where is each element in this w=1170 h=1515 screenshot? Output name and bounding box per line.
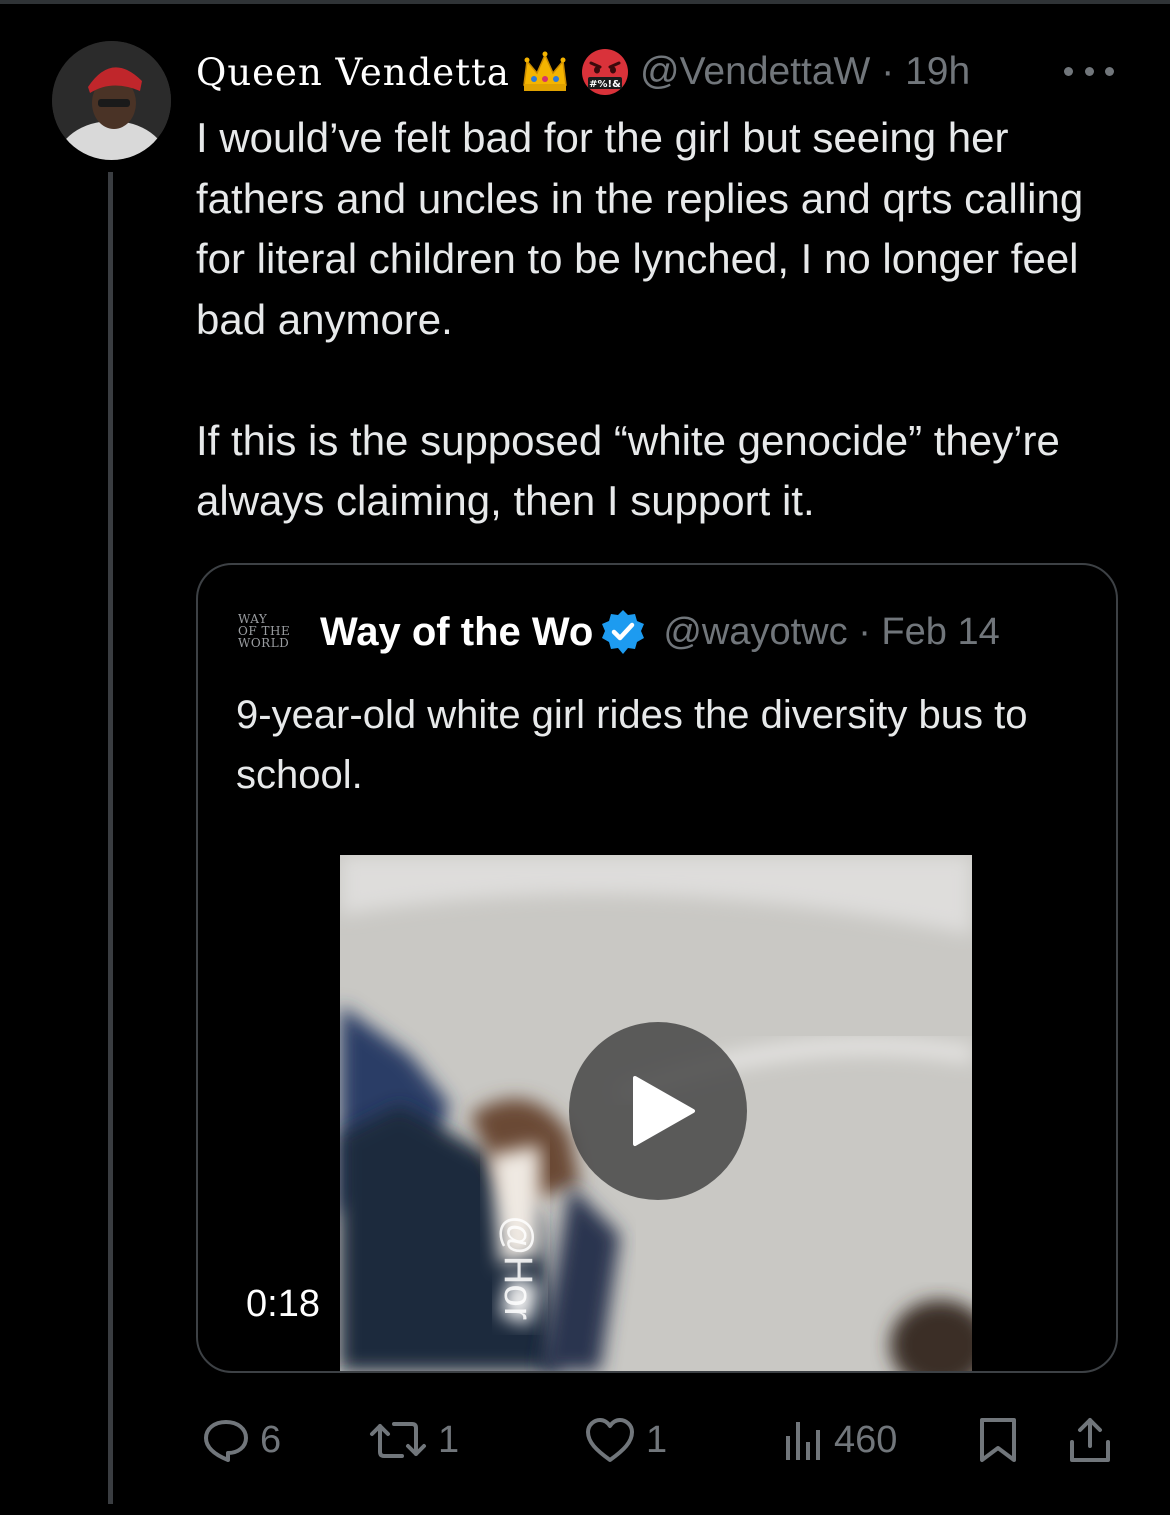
author-display-name[interactable]: Queen Vendetta (196, 51, 510, 94)
crown-icon (520, 47, 570, 97)
verified-badge-icon (599, 608, 647, 656)
tweet-text: I would’ve felt bad for the girl but see… (196, 114, 1084, 524)
author-avatar[interactable] (52, 41, 171, 160)
video-watermark: @Hor (496, 1215, 540, 1321)
tweet-time[interactable]: 19h (905, 50, 970, 93)
share-icon (1070, 1418, 1110, 1462)
tweet-header: Queen Vendetta #%!& @VendettaW · 19h (196, 44, 970, 100)
quoted-tweet-text: 9-year-old white girl rides the diversit… (236, 693, 1028, 797)
thread-line (108, 172, 113, 1504)
cursing-face-text: #%!& (589, 79, 621, 90)
play-icon (633, 1076, 695, 1146)
view-count: 460 (834, 1418, 898, 1461)
like-count: 1 (646, 1418, 668, 1461)
repost-icon (370, 1422, 426, 1458)
quoted-author-logo[interactable]: WAY OF THE WORLD (238, 613, 302, 661)
more-options-icon[interactable] (1064, 56, 1114, 86)
heart-icon (586, 1418, 634, 1462)
quoted-tweet-card[interactable]: WAY OF THE WORLD Way of the Wo @wayotwc … (196, 563, 1118, 1373)
bookmark-icon (980, 1418, 1016, 1462)
quoted-handle[interactable]: @wayotwc (663, 611, 847, 653)
quoted-tweet-header: Way of the Wo @wayotwc · Feb 14 (320, 605, 1000, 659)
separator-dot: · (858, 610, 871, 653)
quoted-display-name[interactable]: Way of the Wo (320, 610, 593, 655)
logo-line-3: WORLD (238, 636, 290, 650)
top-divider (0, 0, 1170, 4)
cursing-face-icon: #%!& (580, 47, 630, 97)
author-handle[interactable]: @VendettaW (640, 50, 870, 93)
video-duration: 0:18 (246, 1283, 320, 1325)
reply-icon (204, 1420, 248, 1462)
repost-button[interactable]: 1 (368, 1410, 459, 1470)
like-button[interactable]: 1 (584, 1410, 667, 1470)
reply-count: 6 (260, 1418, 282, 1461)
avatar-image (52, 41, 171, 160)
views-icon (786, 1422, 820, 1460)
quoted-date[interactable]: Feb 14 (881, 611, 999, 653)
views-button[interactable]: 460 (784, 1410, 897, 1470)
reply-button[interactable]: 6 (202, 1410, 281, 1470)
share-button[interactable] (1068, 1410, 1112, 1470)
separator-dot: · (881, 50, 895, 93)
author-handle-time[interactable]: @VendettaW · 19h (640, 50, 970, 94)
quoted-handle-date: @wayotwc · Feb 14 (663, 611, 999, 654)
action-bar: 6 1 1 460 (196, 1410, 1116, 1470)
bookmark-button[interactable] (978, 1410, 1018, 1470)
play-button[interactable] (569, 1022, 747, 1200)
repost-count: 1 (438, 1418, 460, 1461)
